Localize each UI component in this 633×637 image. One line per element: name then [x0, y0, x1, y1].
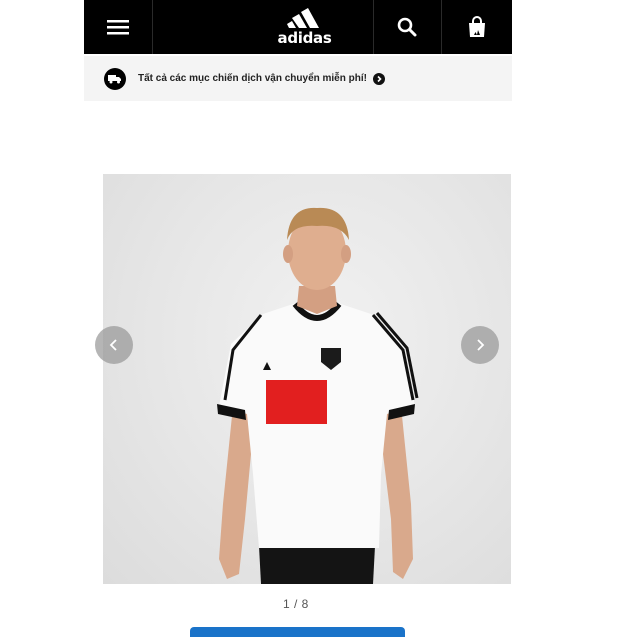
search-button[interactable]: [373, 0, 441, 54]
delivery-truck-icon: [104, 67, 126, 90]
previous-image-button[interactable]: [95, 326, 133, 364]
chevron-right-icon: [477, 339, 485, 351]
model-wearing-jersey-image: [217, 207, 419, 584]
chevron-left-icon: [109, 339, 117, 351]
free-shipping-banner[interactable]: Tất cả các mục chiến dịch vận chuyển miễ…: [84, 56, 512, 101]
product-image: [103, 174, 511, 584]
menu-button[interactable]: [84, 0, 152, 54]
add-to-cart-button[interactable]: [190, 627, 405, 637]
chevron-right-icon[interactable]: [372, 72, 385, 85]
shopping-bag-icon: [469, 16, 485, 37]
adidas-stripes-icon: [286, 7, 319, 28]
shopping-bag-button[interactable]: [442, 0, 512, 54]
free-shipping-text: Tất cả các mục chiến dịch vận chuyển miễ…: [138, 73, 367, 84]
top-navigation-bar: adidas: [84, 0, 512, 54]
image-counter: 1 / 8: [283, 597, 309, 611]
search-icon: [397, 17, 417, 37]
logo-wordmark: adidas: [277, 28, 332, 47]
next-image-button[interactable]: [461, 326, 499, 364]
hamburger-menu-icon: [107, 20, 129, 35]
